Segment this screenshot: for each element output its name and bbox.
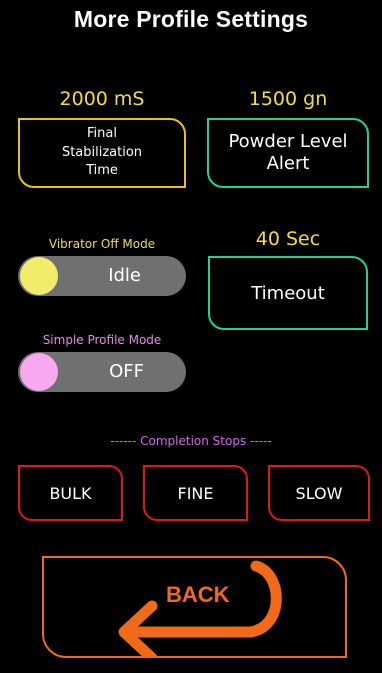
vibrator-off-mode-label: Vibrator Off Mode [48, 237, 156, 251]
powder-alert-value: 1500 gn [248, 88, 328, 110]
vibrator-off-mode-toggle[interactable]: Idle [18, 256, 186, 296]
powder-level-alert-button[interactable]: Powder Level Alert [207, 118, 369, 188]
bulk-button[interactable]: BULK [18, 465, 123, 521]
slow-button-label: SLOW [295, 483, 343, 503]
simple-profile-toggle-state: OFF [109, 361, 144, 382]
powder-level-alert-label: Powder Level Alert [228, 130, 348, 175]
timeout-button[interactable]: Timeout [208, 256, 368, 330]
simple-profile-mode-toggle[interactable]: OFF [18, 352, 186, 392]
vibrator-toggle-knob [20, 257, 58, 295]
page-title: More Profile Settings [73, 6, 309, 32]
simple-profile-mode-label: Simple Profile Mode [42, 333, 162, 347]
stabilization-value: 2000 mS [59, 88, 145, 110]
back-button-label: BACK [166, 582, 230, 607]
stabilization-time-label: Final Stabilization Time [61, 125, 143, 179]
timeout-value: 40 Sec [255, 228, 321, 250]
simple-profile-toggle-knob [20, 353, 58, 391]
bulk-button-label: BULK [49, 483, 92, 503]
back-button[interactable]: BACK [42, 556, 347, 658]
vibrator-toggle-state: Idle [108, 265, 141, 286]
slow-button[interactable]: SLOW [268, 465, 370, 521]
completion-stops-heading: ------ Completion Stops ----- [110, 434, 272, 448]
fine-button[interactable]: FINE [143, 465, 248, 521]
stabilization-time-button[interactable]: Final Stabilization Time [18, 118, 186, 188]
timeout-label: Timeout [251, 282, 325, 304]
fine-button-label: FINE [177, 483, 214, 503]
